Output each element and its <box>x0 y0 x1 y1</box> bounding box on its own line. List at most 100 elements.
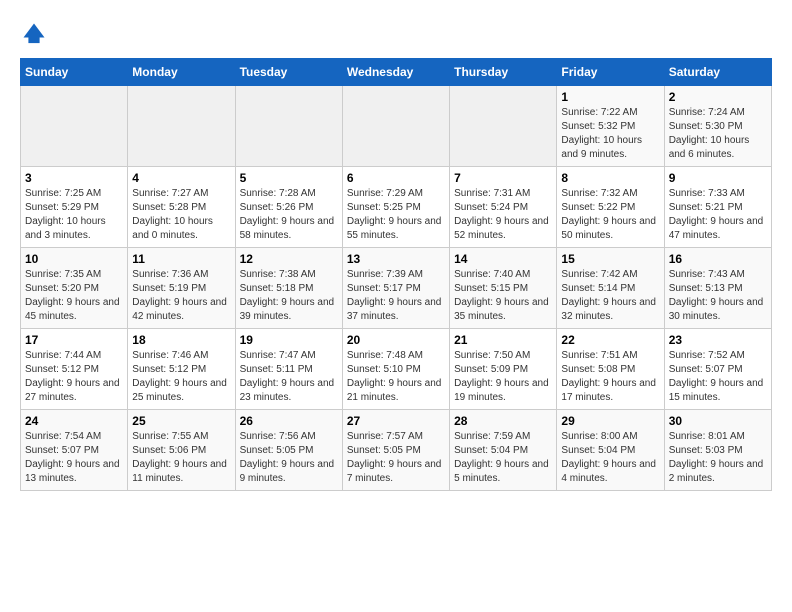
day-number: 28 <box>454 414 552 428</box>
calendar-cell: 8 Sunrise: 7:32 AM Sunset: 5:22 PM Daylig… <box>557 167 664 248</box>
day-info: Sunrise: 7:55 AM Sunset: 5:06 PM Dayligh… <box>132 430 230 486</box>
weekday-header: Monday <box>128 59 235 86</box>
day-number: 3 <box>25 171 123 185</box>
weekday-header: Wednesday <box>342 59 449 86</box>
calendar-cell: 10 Sunrise: 7:35 AM Sunset: 5:20 PM Dayli… <box>21 248 128 329</box>
weekday-header: Tuesday <box>235 59 342 86</box>
day-info: Sunrise: 7:33 AM Sunset: 5:21 PM Dayligh… <box>669 187 767 243</box>
day-number: 22 <box>561 333 659 347</box>
page-header <box>20 20 772 48</box>
calendar-cell: 19 Sunrise: 7:47 AM Sunset: 5:11 PM Dayli… <box>235 329 342 410</box>
calendar-header: SundayMondayTuesdayWednesdayThursdayFrid… <box>21 59 772 86</box>
day-info: Sunrise: 7:22 AM Sunset: 5:32 PM Dayligh… <box>561 106 659 162</box>
day-number: 6 <box>347 171 445 185</box>
weekday-header: Saturday <box>664 59 771 86</box>
calendar-cell: 13Sunrise: 7:39 AM Sunset: 5:17 PM Dayli… <box>342 248 449 329</box>
calendar-cell: 2 Sunrise: 7:24 AM Sunset: 5:30 PM Daylig… <box>664 86 771 167</box>
day-info: Sunrise: 7:42 AM Sunset: 5:14 PM Dayligh… <box>561 268 659 324</box>
day-info: Sunrise: 7:40 AM Sunset: 5:15 PM Dayligh… <box>454 268 552 324</box>
day-number: 15 <box>561 252 659 266</box>
calendar-cell: 30Sunrise: 8:01 AM Sunset: 5:03 PM Dayli… <box>664 410 771 491</box>
calendar-week-row: 17 Sunrise: 7:44 AM Sunset: 5:12 PM Dayli… <box>21 329 772 410</box>
calendar-cell: 7 Sunrise: 7:31 AM Sunset: 5:24 PM Daylig… <box>450 167 557 248</box>
calendar-cell: 1 Sunrise: 7:22 AM Sunset: 5:32 PM Daylig… <box>557 86 664 167</box>
day-info: Sunrise: 7:38 AM Sunset: 5:18 PM Dayligh… <box>240 268 338 324</box>
day-number: 17 <box>25 333 123 347</box>
calendar-cell <box>450 86 557 167</box>
calendar-week-row: 10 Sunrise: 7:35 AM Sunset: 5:20 PM Dayli… <box>21 248 772 329</box>
calendar-week-row: 24 Sunrise: 7:54 AM Sunset: 5:07 PM Dayli… <box>21 410 772 491</box>
calendar-cell: 23 Sunrise: 7:52 AM Sunset: 5:07 PM Dayli… <box>664 329 771 410</box>
calendar-cell: 4 Sunrise: 7:27 AM Sunset: 5:28 PM Daylig… <box>128 167 235 248</box>
calendar-table: SundayMondayTuesdayWednesdayThursdayFrid… <box>20 58 772 491</box>
logo <box>20 20 52 48</box>
calendar-cell: 20Sunrise: 7:48 AM Sunset: 5:10 PM Dayli… <box>342 329 449 410</box>
day-number: 21 <box>454 333 552 347</box>
weekday-header: Thursday <box>450 59 557 86</box>
day-info: Sunrise: 7:31 AM Sunset: 5:24 PM Dayligh… <box>454 187 552 243</box>
day-info: Sunrise: 7:27 AM Sunset: 5:28 PM Dayligh… <box>132 187 230 243</box>
day-info: Sunrise: 7:32 AM Sunset: 5:22 PM Dayligh… <box>561 187 659 243</box>
day-info: Sunrise: 7:36 AM Sunset: 5:19 PM Dayligh… <box>132 268 230 324</box>
weekday-header: Sunday <box>21 59 128 86</box>
day-number: 2 <box>669 90 767 104</box>
day-number: 19 <box>240 333 338 347</box>
calendar-cell: 14Sunrise: 7:40 AM Sunset: 5:15 PM Dayli… <box>450 248 557 329</box>
day-number: 8 <box>561 171 659 185</box>
calendar-cell: 16 Sunrise: 7:43 AM Sunset: 5:13 PM Dayli… <box>664 248 771 329</box>
day-info: Sunrise: 7:25 AM Sunset: 5:29 PM Dayligh… <box>25 187 123 243</box>
day-info: Sunrise: 7:48 AM Sunset: 5:10 PM Dayligh… <box>347 349 445 405</box>
calendar-cell: 11Sunrise: 7:36 AM Sunset: 5:19 PM Dayli… <box>128 248 235 329</box>
day-number: 4 <box>132 171 230 185</box>
day-info: Sunrise: 7:51 AM Sunset: 5:08 PM Dayligh… <box>561 349 659 405</box>
day-number: 13 <box>347 252 445 266</box>
calendar-cell: 12 Sunrise: 7:38 AM Sunset: 5:18 PM Dayli… <box>235 248 342 329</box>
calendar-cell: 5 Sunrise: 7:28 AM Sunset: 5:26 PM Daylig… <box>235 167 342 248</box>
day-number: 30 <box>669 414 767 428</box>
calendar-cell: 17 Sunrise: 7:44 AM Sunset: 5:12 PM Dayli… <box>21 329 128 410</box>
day-number: 27 <box>347 414 445 428</box>
day-info: Sunrise: 7:44 AM Sunset: 5:12 PM Dayligh… <box>25 349 123 405</box>
day-number: 24 <box>25 414 123 428</box>
day-info: Sunrise: 7:57 AM Sunset: 5:05 PM Dayligh… <box>347 430 445 486</box>
day-info: Sunrise: 7:54 AM Sunset: 5:07 PM Dayligh… <box>25 430 123 486</box>
day-info: Sunrise: 8:00 AM Sunset: 5:04 PM Dayligh… <box>561 430 659 486</box>
day-number: 10 <box>25 252 123 266</box>
calendar-cell: 15 Sunrise: 7:42 AM Sunset: 5:14 PM Dayli… <box>557 248 664 329</box>
day-number: 29 <box>561 414 659 428</box>
day-info: Sunrise: 7:52 AM Sunset: 5:07 PM Dayligh… <box>669 349 767 405</box>
day-number: 7 <box>454 171 552 185</box>
calendar-cell: 22 Sunrise: 7:51 AM Sunset: 5:08 PM Dayli… <box>557 329 664 410</box>
calendar-cell: 6 Sunrise: 7:29 AM Sunset: 5:25 PM Daylig… <box>342 167 449 248</box>
day-info: Sunrise: 7:46 AM Sunset: 5:12 PM Dayligh… <box>132 349 230 405</box>
day-info: Sunrise: 7:35 AM Sunset: 5:20 PM Dayligh… <box>25 268 123 324</box>
calendar-cell: 28 Sunrise: 7:59 AM Sunset: 5:04 PM Dayli… <box>450 410 557 491</box>
day-number: 23 <box>669 333 767 347</box>
day-number: 18 <box>132 333 230 347</box>
day-info: Sunrise: 7:24 AM Sunset: 5:30 PM Dayligh… <box>669 106 767 162</box>
day-number: 12 <box>240 252 338 266</box>
day-info: Sunrise: 7:47 AM Sunset: 5:11 PM Dayligh… <box>240 349 338 405</box>
calendar-cell: 18 Sunrise: 7:46 AM Sunset: 5:12 PM Dayli… <box>128 329 235 410</box>
day-info: Sunrise: 7:50 AM Sunset: 5:09 PM Dayligh… <box>454 349 552 405</box>
day-info: Sunrise: 7:28 AM Sunset: 5:26 PM Dayligh… <box>240 187 338 243</box>
calendar-cell: 21 Sunrise: 7:50 AM Sunset: 5:09 PM Dayli… <box>450 329 557 410</box>
day-number: 26 <box>240 414 338 428</box>
calendar-cell <box>128 86 235 167</box>
day-info: Sunrise: 7:29 AM Sunset: 5:25 PM Dayligh… <box>347 187 445 243</box>
calendar-cell: 3 Sunrise: 7:25 AM Sunset: 5:29 PM Daylig… <box>21 167 128 248</box>
day-info: Sunrise: 7:59 AM Sunset: 5:04 PM Dayligh… <box>454 430 552 486</box>
calendar-cell <box>21 86 128 167</box>
day-number: 16 <box>669 252 767 266</box>
calendar-cell: 27 Sunrise: 7:57 AM Sunset: 5:05 PM Dayli… <box>342 410 449 491</box>
calendar-cell <box>342 86 449 167</box>
calendar-week-row: 3 Sunrise: 7:25 AM Sunset: 5:29 PM Daylig… <box>21 167 772 248</box>
weekday-row: SundayMondayTuesdayWednesdayThursdayFrid… <box>21 59 772 86</box>
day-number: 5 <box>240 171 338 185</box>
day-number: 1 <box>561 90 659 104</box>
calendar-cell: 26 Sunrise: 7:56 AM Sunset: 5:05 PM Dayli… <box>235 410 342 491</box>
day-number: 25 <box>132 414 230 428</box>
calendar-cell: 24 Sunrise: 7:54 AM Sunset: 5:07 PM Dayli… <box>21 410 128 491</box>
day-info: Sunrise: 7:56 AM Sunset: 5:05 PM Dayligh… <box>240 430 338 486</box>
day-info: Sunrise: 7:43 AM Sunset: 5:13 PM Dayligh… <box>669 268 767 324</box>
